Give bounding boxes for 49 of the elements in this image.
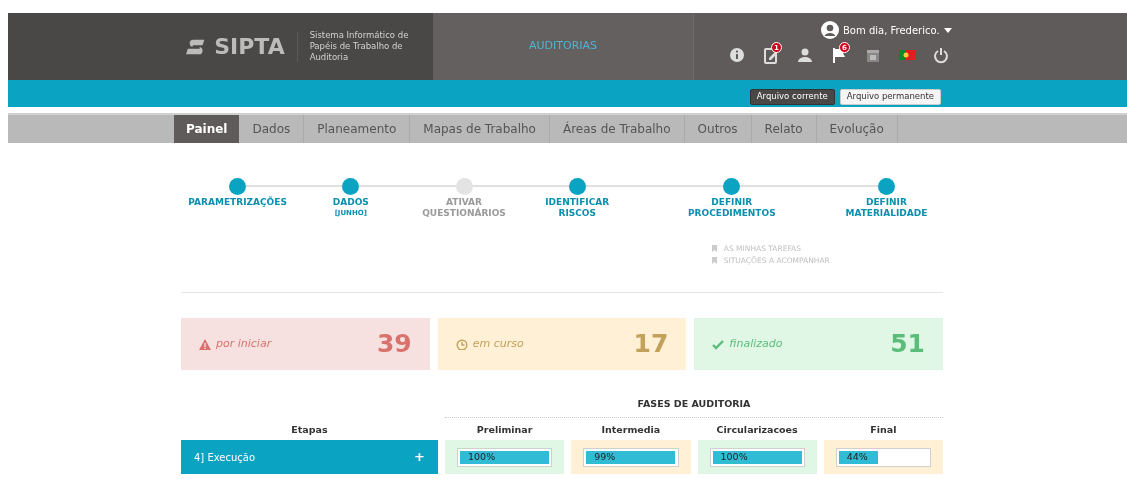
stage-label: 4] Execução: [194, 450, 256, 465]
nav-tab[interactable]: Outros: [684, 115, 752, 143]
greeting-text[interactable]: Bom dia, Frederico.: [843, 22, 940, 38]
status-count: 17: [633, 328, 669, 361]
status-label: finalizado: [729, 335, 783, 352]
step-label[interactable]: ATIVAR QUESTIONÁRIOS: [422, 197, 506, 219]
nav-tab[interactable]: Mapas de Trabalho: [410, 115, 550, 143]
caret-icon[interactable]: [943, 27, 952, 33]
expand-toggle[interactable]: +: [414, 447, 425, 467]
status-label: em curso: [472, 335, 524, 352]
column-header: Intermedia: [601, 422, 661, 437]
step-label[interactable]: DEFINIR PROCEDIMENTOS: [687, 197, 776, 219]
clipboard-icon[interactable]: [763, 47, 780, 64]
step-label[interactable]: IDENTIFICAR RISCOS: [545, 197, 610, 219]
check-icon: [712, 338, 725, 350]
app-subtitle: Sistema Informático de Papéis de Trabalho de Auditoria: [309, 30, 410, 63]
group-heading: FASES DE AUDITORIA: [637, 398, 751, 409]
nav-tab[interactable]: Dados: [239, 115, 305, 143]
power-icon[interactable]: [933, 47, 950, 64]
progress-reading: 100%: [468, 449, 496, 464]
column-header: Final: [870, 422, 897, 437]
column-header: Etapas: [291, 422, 328, 437]
nav-tab[interactable]: Painel: [174, 115, 240, 143]
user-icon[interactable]: [797, 47, 814, 64]
nav-tab[interactable]: Relato: [751, 115, 817, 143]
progress-reading: 99%: [594, 449, 616, 464]
column-header: Circularizacoes: [716, 422, 798, 437]
column-header: Preliminar: [476, 422, 533, 437]
warning-icon: [199, 338, 211, 350]
step-label[interactable]: DEFINIR MATERIALIDADE: [845, 197, 928, 219]
avatar-icon[interactable]: [821, 21, 839, 39]
info-icon[interactable]: [729, 47, 746, 64]
stage-cell[interactable]: 4] Execução +: [181, 440, 438, 474]
archive-button[interactable]: Arquivo corrente: [749, 88, 835, 105]
logo-text: SIPTA: [214, 35, 285, 58]
section-title: AUDITORIAS: [528, 38, 598, 55]
status-count: 39: [376, 328, 412, 361]
status-count: 51: [890, 328, 925, 361]
step-label[interactable]: DADOS: [332, 197, 369, 208]
clock-icon: [455, 338, 468, 350]
nav-tab[interactable]: Evolução: [816, 115, 898, 143]
progress-reading: 100%: [720, 449, 748, 464]
logo-icon: [186, 37, 207, 56]
progress-reading: 44%: [846, 449, 868, 464]
nav-tab[interactable]: Áreas de Trabalho: [549, 115, 685, 143]
status-label: por iniciar: [216, 335, 272, 352]
nav-tab[interactable]: Planeamento: [304, 115, 411, 143]
archive-button[interactable]: Arquivo permanente: [839, 88, 941, 105]
step-label[interactable]: PARAMETRIZAÇÕES: [188, 197, 287, 208]
